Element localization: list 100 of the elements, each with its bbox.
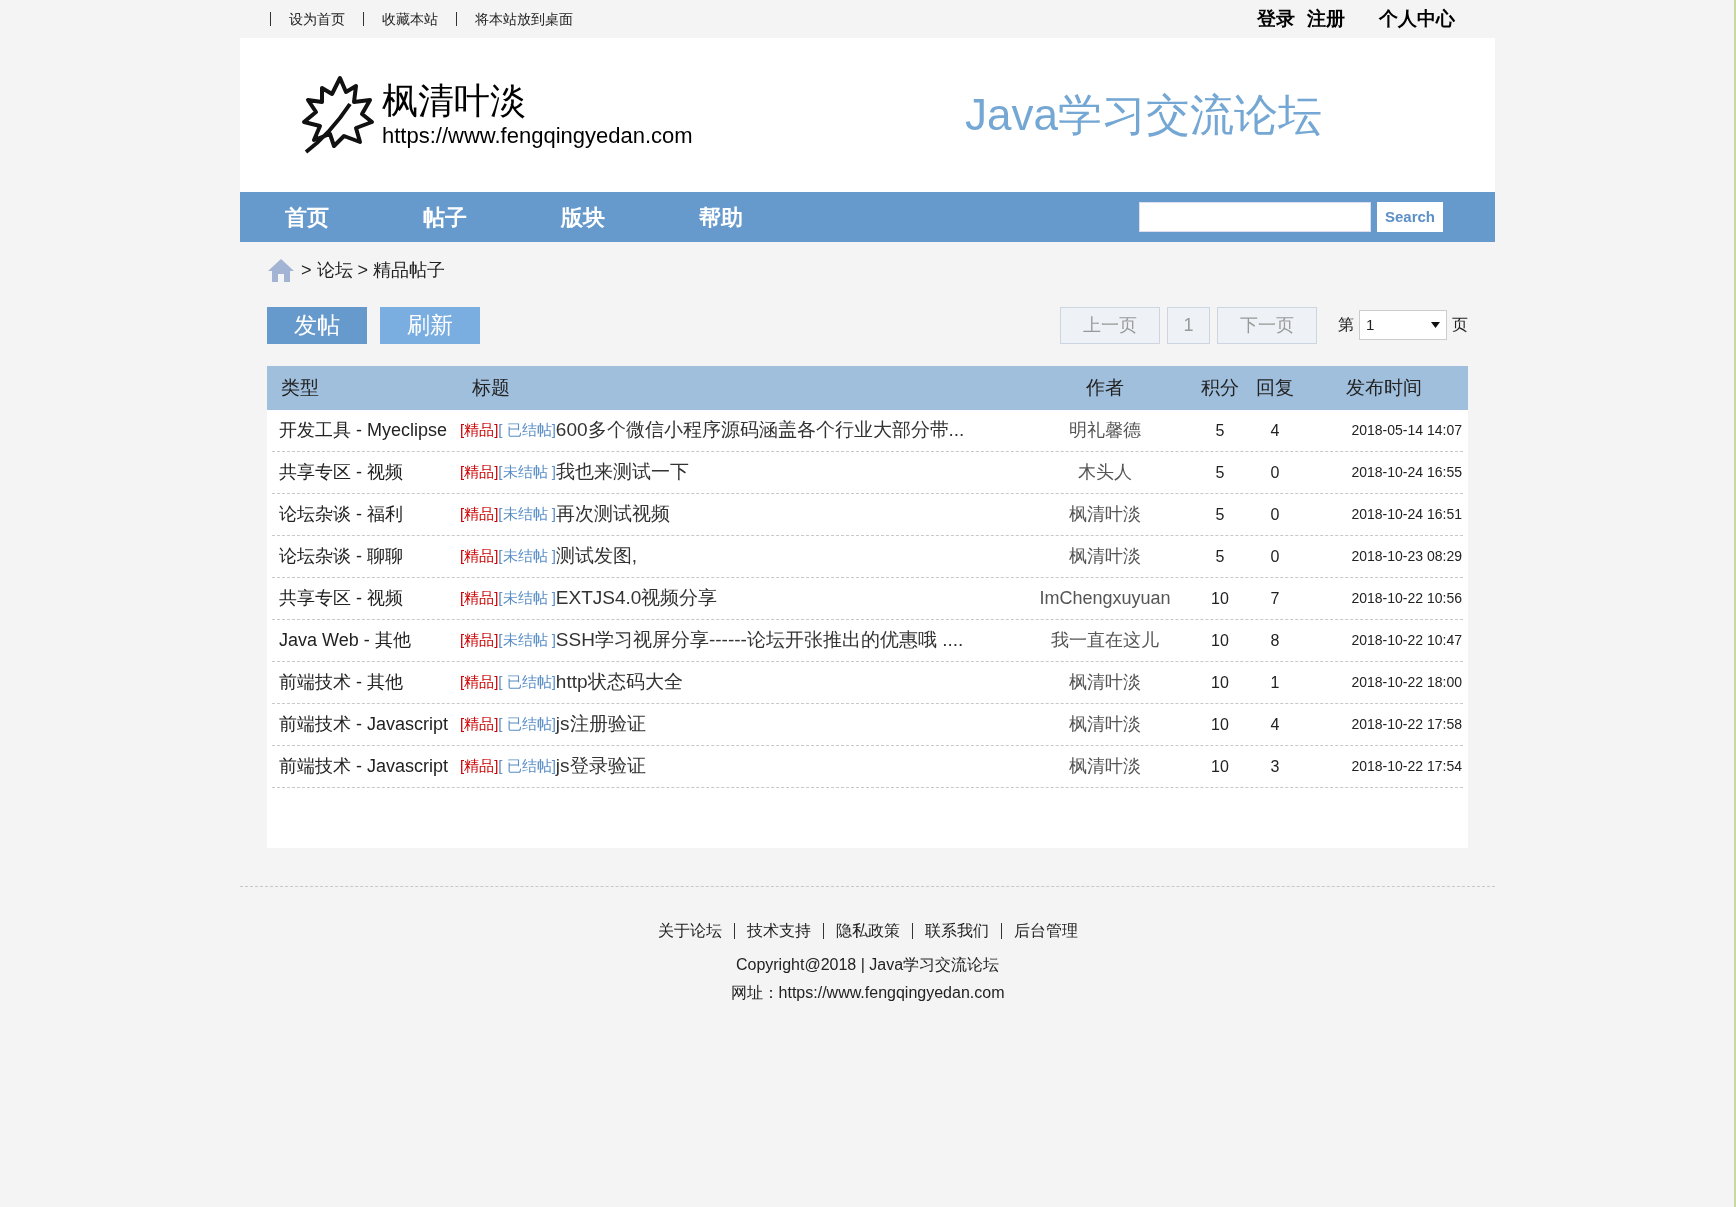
table-cell-text: 2018-10-22 10:47 [1350,631,1462,650]
column-header: 作者 [1085,375,1125,400]
home-icon[interactable] [267,257,295,283]
table-cell-text: 7 [1269,588,1281,609]
table-cell-text: 10 [1210,672,1230,693]
top-link[interactable]: 设为首页 [289,8,345,30]
table-cell-text: 枫清叶淡 [1068,755,1142,778]
post-title-link[interactable]: js注册验证 [555,710,646,739]
post-title-link[interactable]: EXTJS4.0视频分享 [555,584,718,613]
table-cell-text: 10 [1210,756,1230,777]
table-cell-text: 明礼馨德 [1068,419,1142,442]
post-tag: [ 已结帖] [498,419,556,442]
post-title-link[interactable]: http状态码大全 [555,668,683,697]
table-cell-text: 2018-10-22 17:54 [1350,757,1462,776]
table-cell-text: 枫清叶淡 [1068,503,1142,526]
page-label: 第 [1338,315,1354,335]
table-cell-text: 我一直在这儿 [1050,629,1160,652]
top-link[interactable]: 收藏本站 [382,8,438,30]
table-cell-text: 10 [1210,630,1230,651]
table-cell-text: ImChengxuyuan [1038,587,1172,610]
table-cell-text: Java Web - 其他 [278,629,412,652]
post-tag: [未结帖 ] [498,545,556,568]
post-tag: [精品] [460,545,499,568]
table-cell-text: 10 [1210,714,1230,735]
page-select[interactable]: 1 [1359,310,1447,340]
search-field[interactable] [1139,202,1371,232]
table-cell-text: 开发工具 - Myeclipse [278,419,449,442]
table-cell-text: 4 [1269,714,1281,735]
post-tag: [精品] [460,587,499,610]
table-cell-text: 枫清叶淡 [1068,713,1142,736]
table-cell-text: 2018-10-23 08:29 [1350,547,1462,566]
post-title-link[interactable]: 测试发图, [555,542,638,571]
post-tag: [精品] [460,461,499,484]
logo-name: 枫清叶淡 [382,80,527,122]
table-cell-text: 2018-10-22 18:00 [1350,673,1462,692]
table-cell-text: 8 [1269,630,1281,651]
user-link[interactable]: 登录 [1257,4,1295,34]
table-cell-text: 论坛杂谈 - 聊聊 [278,545,404,568]
column-header: 发布时间 [1344,375,1423,400]
table-cell-text: 5 [1214,504,1226,525]
user-link[interactable]: 注册 [1307,4,1345,34]
table-cell-text: 共享专区 - 视频 [278,587,404,610]
post-tag: [精品] [460,503,499,526]
table-cell-text: 枫清叶淡 [1068,671,1142,694]
table-cell-text: 2018-10-24 16:51 [1350,505,1462,524]
maple-leaf-icon [300,74,376,156]
post-tag: [未结帖 ] [498,587,556,610]
table-cell-text: 2018-10-24 16:55 [1350,463,1462,482]
post-title-link[interactable]: 600多个微信小程序源码涵盖各个行业大部分带... [555,416,965,445]
post-title-link[interactable]: 我也来测试一下 [555,458,689,487]
table-cell-text: 5 [1214,462,1226,483]
post-title-link[interactable]: SSH学习视屏分享------论坛开张推出的优惠哦 .... [555,626,964,655]
table-cell-text: 枫清叶淡 [1068,545,1142,568]
table-cell-text: 前端技术 - Javascript [278,713,450,736]
site-slogan: Java学习交流论坛 [965,89,1322,141]
table-cell-text: 共享专区 - 视频 [278,461,404,484]
post-tag: [ 已结帖] [498,671,556,694]
table-cell-text: 论坛杂谈 - 福利 [278,503,404,526]
page-label: 页 [1452,315,1468,335]
footer-link[interactable]: 关于论坛 [657,919,722,943]
column-header: 标题 [471,375,511,400]
table-cell-text: 前端技术 - Javascript [278,755,450,778]
post-tag: [精品] [460,419,499,442]
table-cell-text: 5 [1214,420,1226,441]
column-header: 回复 [1255,375,1295,400]
post-tag: [ 已结帖] [498,713,556,736]
table-cell-text: 1 [1269,672,1281,693]
footer-link[interactable]: 后台管理 [1013,919,1078,943]
table-cell-text: 0 [1269,546,1281,567]
post-title-link[interactable]: 再次测试视频 [555,500,670,529]
table-cell-text: 10 [1210,588,1230,609]
post-title-link[interactable]: js登录验证 [555,752,646,781]
table-cell-text: 0 [1269,462,1281,483]
breadcrumb-path: > 论坛 > 精品帖子 [301,258,446,282]
table-cell-text: 2018-05-14 14:07 [1350,421,1462,440]
table-cell-text: 2018-10-22 17:58 [1350,715,1462,734]
table-cell-text: 木头人 [1077,461,1133,484]
top-link[interactable]: 将本站放到桌面 [475,8,573,30]
footer-link[interactable]: 技术支持 [746,919,811,943]
post-tag: [精品] [460,713,499,736]
post-tag: [未结帖 ] [498,461,556,484]
site-address: 网址：https://www.fengqingyedan.com [730,983,1005,1003]
footer-link[interactable]: 隐私政策 [835,919,900,943]
user-link[interactable]: 个人中心 [1379,4,1455,34]
dropdown-caret-icon [1431,322,1440,328]
column-header: 积分 [1200,375,1240,400]
column-header: 类型 [280,375,320,400]
table-cell-text: 前端技术 - 其他 [278,671,404,694]
footer-link[interactable]: 联系我们 [924,919,989,943]
table-cell-text: 2018-10-22 10:56 [1350,589,1462,608]
post-tag: [精品] [460,629,499,652]
post-tag: [精品] [460,755,499,778]
post-tag: [未结帖 ] [498,503,556,526]
post-tag: [精品] [460,671,499,694]
post-tag: [ 已结帖] [498,755,556,778]
table-cell-text: 3 [1269,756,1281,777]
copyright-text: Copyright@2018 | Java学习交流论坛 [735,955,1000,975]
logo-url: https://www.fengqingyedan.com [382,122,693,150]
table-cell-text: 0 [1269,504,1281,525]
table-cell-text: 4 [1269,420,1281,441]
